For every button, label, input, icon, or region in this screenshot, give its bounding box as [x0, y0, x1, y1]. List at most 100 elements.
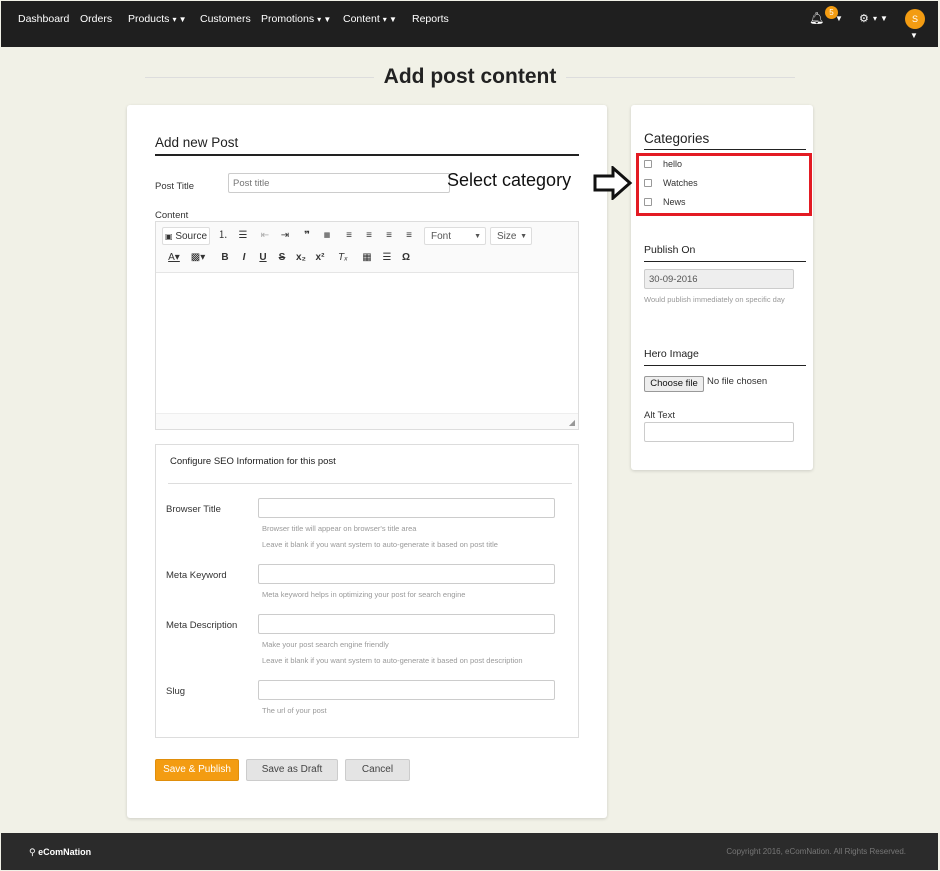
meta-keyword-help: Meta keyword helps in optimizing your po… — [262, 590, 466, 599]
seo-divider — [168, 483, 572, 484]
rich-text-editor: ▣ Source ⒈ ☰ ⇤ ⇥ ❞ ▦ ≡ ≡ ≡ ≡ Font ▼ Size… — [155, 221, 579, 430]
source-label: Source — [175, 231, 208, 242]
table-icon[interactable]: ▦ — [360, 249, 374, 267]
browser-title-help-2: Leave it blank if you want system to aut… — [262, 540, 498, 549]
superscript-icon[interactable]: x² — [313, 249, 327, 267]
chevron-down-icon: ▾ ▼ — [172, 15, 187, 24]
logo-text: eComNation — [38, 847, 92, 857]
size-select-label: Size — [497, 231, 517, 242]
align-center-icon[interactable]: ≡ — [362, 227, 376, 245]
indent-icon[interactable]: ⇥ — [278, 227, 292, 245]
bulleted-list-icon[interactable]: ☰ — [236, 227, 250, 245]
chevron-down-icon: ▼ — [474, 233, 481, 240]
meta-keyword-input[interactable] — [258, 564, 555, 584]
special-char-icon[interactable]: Ω — [399, 249, 413, 267]
save-draft-button[interactable]: Save as Draft — [246, 759, 338, 781]
post-title-label: Post Title — [155, 181, 195, 192]
outdent-icon[interactable]: ⇤ — [258, 227, 272, 245]
heading-divider-right — [560, 77, 795, 78]
editor-statusbar: ◢ — [156, 413, 578, 429]
content-label: Content — [155, 210, 189, 221]
meta-keyword-label: Meta Keyword — [166, 570, 227, 581]
browser-title-help: Browser title will appear on browser's t… — [262, 524, 417, 533]
nav-customers[interactable]: Customers — [200, 13, 251, 25]
chevron-down-icon[interactable]: ▼ — [835, 14, 843, 23]
hero-image-title: Hero Image — [644, 348, 699, 360]
arrow-right-icon — [593, 166, 633, 200]
italic-icon[interactable]: I — [237, 249, 251, 267]
editor-content-area[interactable] — [156, 274, 578, 414]
underline-icon[interactable]: U — [256, 249, 270, 267]
publish-on-underline — [644, 261, 806, 262]
publish-on-help: Would publish immediately on specific da… — [644, 295, 785, 304]
copyright-text: Copyright 2016, eComNation. All Rights R… — [726, 847, 906, 856]
chevron-down-icon[interactable]: ▾▼ — [873, 14, 891, 23]
save-publish-button[interactable]: Save & Publish — [155, 759, 239, 781]
footer-logo: ⚲ eComNation — [29, 847, 91, 858]
nav-products[interactable]: Products ▾ ▼ — [128, 13, 187, 25]
align-left-icon[interactable]: ≡ — [342, 227, 356, 245]
nav-promotions-label: Promotions — [261, 13, 315, 25]
justify-icon[interactable]: ≡ — [402, 227, 416, 245]
add-post-title: Add new Post — [155, 135, 239, 150]
publish-on-input[interactable] — [644, 269, 794, 289]
source-icon: ▣ — [164, 232, 173, 241]
page-title: Add post content — [373, 65, 567, 89]
avatar[interactable]: S — [905, 9, 925, 29]
subscript-icon[interactable]: x₂ — [294, 249, 308, 267]
categories-title: Categories — [644, 131, 710, 146]
chevron-down-icon: ▾ ▼ — [317, 15, 332, 24]
blockquote-icon[interactable]: ❞ — [300, 227, 314, 245]
choose-file-button[interactable]: Choose file — [644, 376, 704, 392]
slug-label: Slug — [166, 686, 186, 697]
nav-promotions[interactable]: Promotions ▾ ▼ — [261, 13, 331, 25]
nav-dashboard[interactable]: Dashboard — [18, 13, 69, 25]
source-button[interactable]: ▣ Source — [162, 227, 210, 245]
title-underline — [155, 154, 579, 156]
div-icon[interactable]: ▦ — [320, 227, 334, 245]
no-file-text: No file chosen — [707, 376, 768, 387]
font-select[interactable]: Font ▼ — [424, 227, 486, 245]
nav-content-label: Content — [343, 13, 380, 25]
seo-title: Configure SEO Information for this post — [170, 456, 336, 467]
chevron-down-icon: ▼ — [520, 233, 527, 240]
size-select[interactable]: Size ▼ — [490, 227, 532, 245]
meta-description-help: Make your post search engine friendly — [262, 640, 389, 649]
chevron-down-icon[interactable]: ▼ — [910, 31, 918, 40]
background-color-icon[interactable]: ▩▾ — [188, 249, 208, 267]
nav-orders[interactable]: Orders — [80, 13, 112, 25]
top-navbar: Dashboard Orders Products ▾ ▼ Customers P… — [1, 1, 938, 47]
horizontal-line-icon[interactable]: ☰ — [380, 249, 394, 267]
nav-content[interactable]: Content ▾ ▼ — [343, 13, 397, 25]
hero-image-underline — [644, 365, 806, 366]
slug-input[interactable] — [258, 680, 555, 700]
remove-format-icon[interactable]: Tₓ — [336, 249, 350, 267]
chevron-down-icon: ▾ ▼ — [382, 15, 397, 24]
page-heading: Add post content — [145, 65, 795, 89]
nav-products-label: Products — [128, 13, 170, 25]
resize-handle-icon[interactable]: ◢ — [569, 418, 575, 427]
numbered-list-icon[interactable]: ⒈ — [216, 227, 230, 245]
text-color-icon[interactable]: A▾ — [164, 249, 184, 267]
post-title-input[interactable] — [228, 173, 450, 193]
bold-icon[interactable]: B — [218, 249, 232, 267]
alt-text-label: Alt Text — [644, 410, 675, 421]
slug-help: The url of your post — [262, 706, 327, 715]
alt-text-input[interactable] — [644, 422, 794, 442]
editor-toolbar: ▣ Source ⒈ ☰ ⇤ ⇥ ❞ ▦ ≡ ≡ ≡ ≡ Font ▼ Size… — [156, 222, 578, 273]
meta-description-input[interactable] — [258, 614, 555, 634]
align-right-icon[interactable]: ≡ — [382, 227, 396, 245]
seo-panel: Configure SEO Information for this post … — [155, 444, 579, 738]
cancel-button[interactable]: Cancel — [345, 759, 410, 781]
gear-icon[interactable]: ⚙ — [859, 12, 869, 25]
font-select-label: Font — [431, 231, 452, 242]
logo-icon: ⚲ — [29, 847, 36, 857]
heading-divider-left — [145, 77, 380, 78]
nav-reports[interactable]: Reports — [412, 13, 449, 25]
browser-title-input[interactable] — [258, 498, 555, 518]
post-form-card: Add new Post Post Title Content ▣ Source… — [127, 105, 607, 818]
footer: ⚲ eComNation Copyright 2016, eComNation.… — [1, 833, 938, 870]
strikethrough-icon[interactable]: S — [275, 249, 289, 267]
annotation-text: Select category — [447, 170, 572, 190]
bell-icon[interactable]: 🔔︎ — [809, 11, 824, 25]
